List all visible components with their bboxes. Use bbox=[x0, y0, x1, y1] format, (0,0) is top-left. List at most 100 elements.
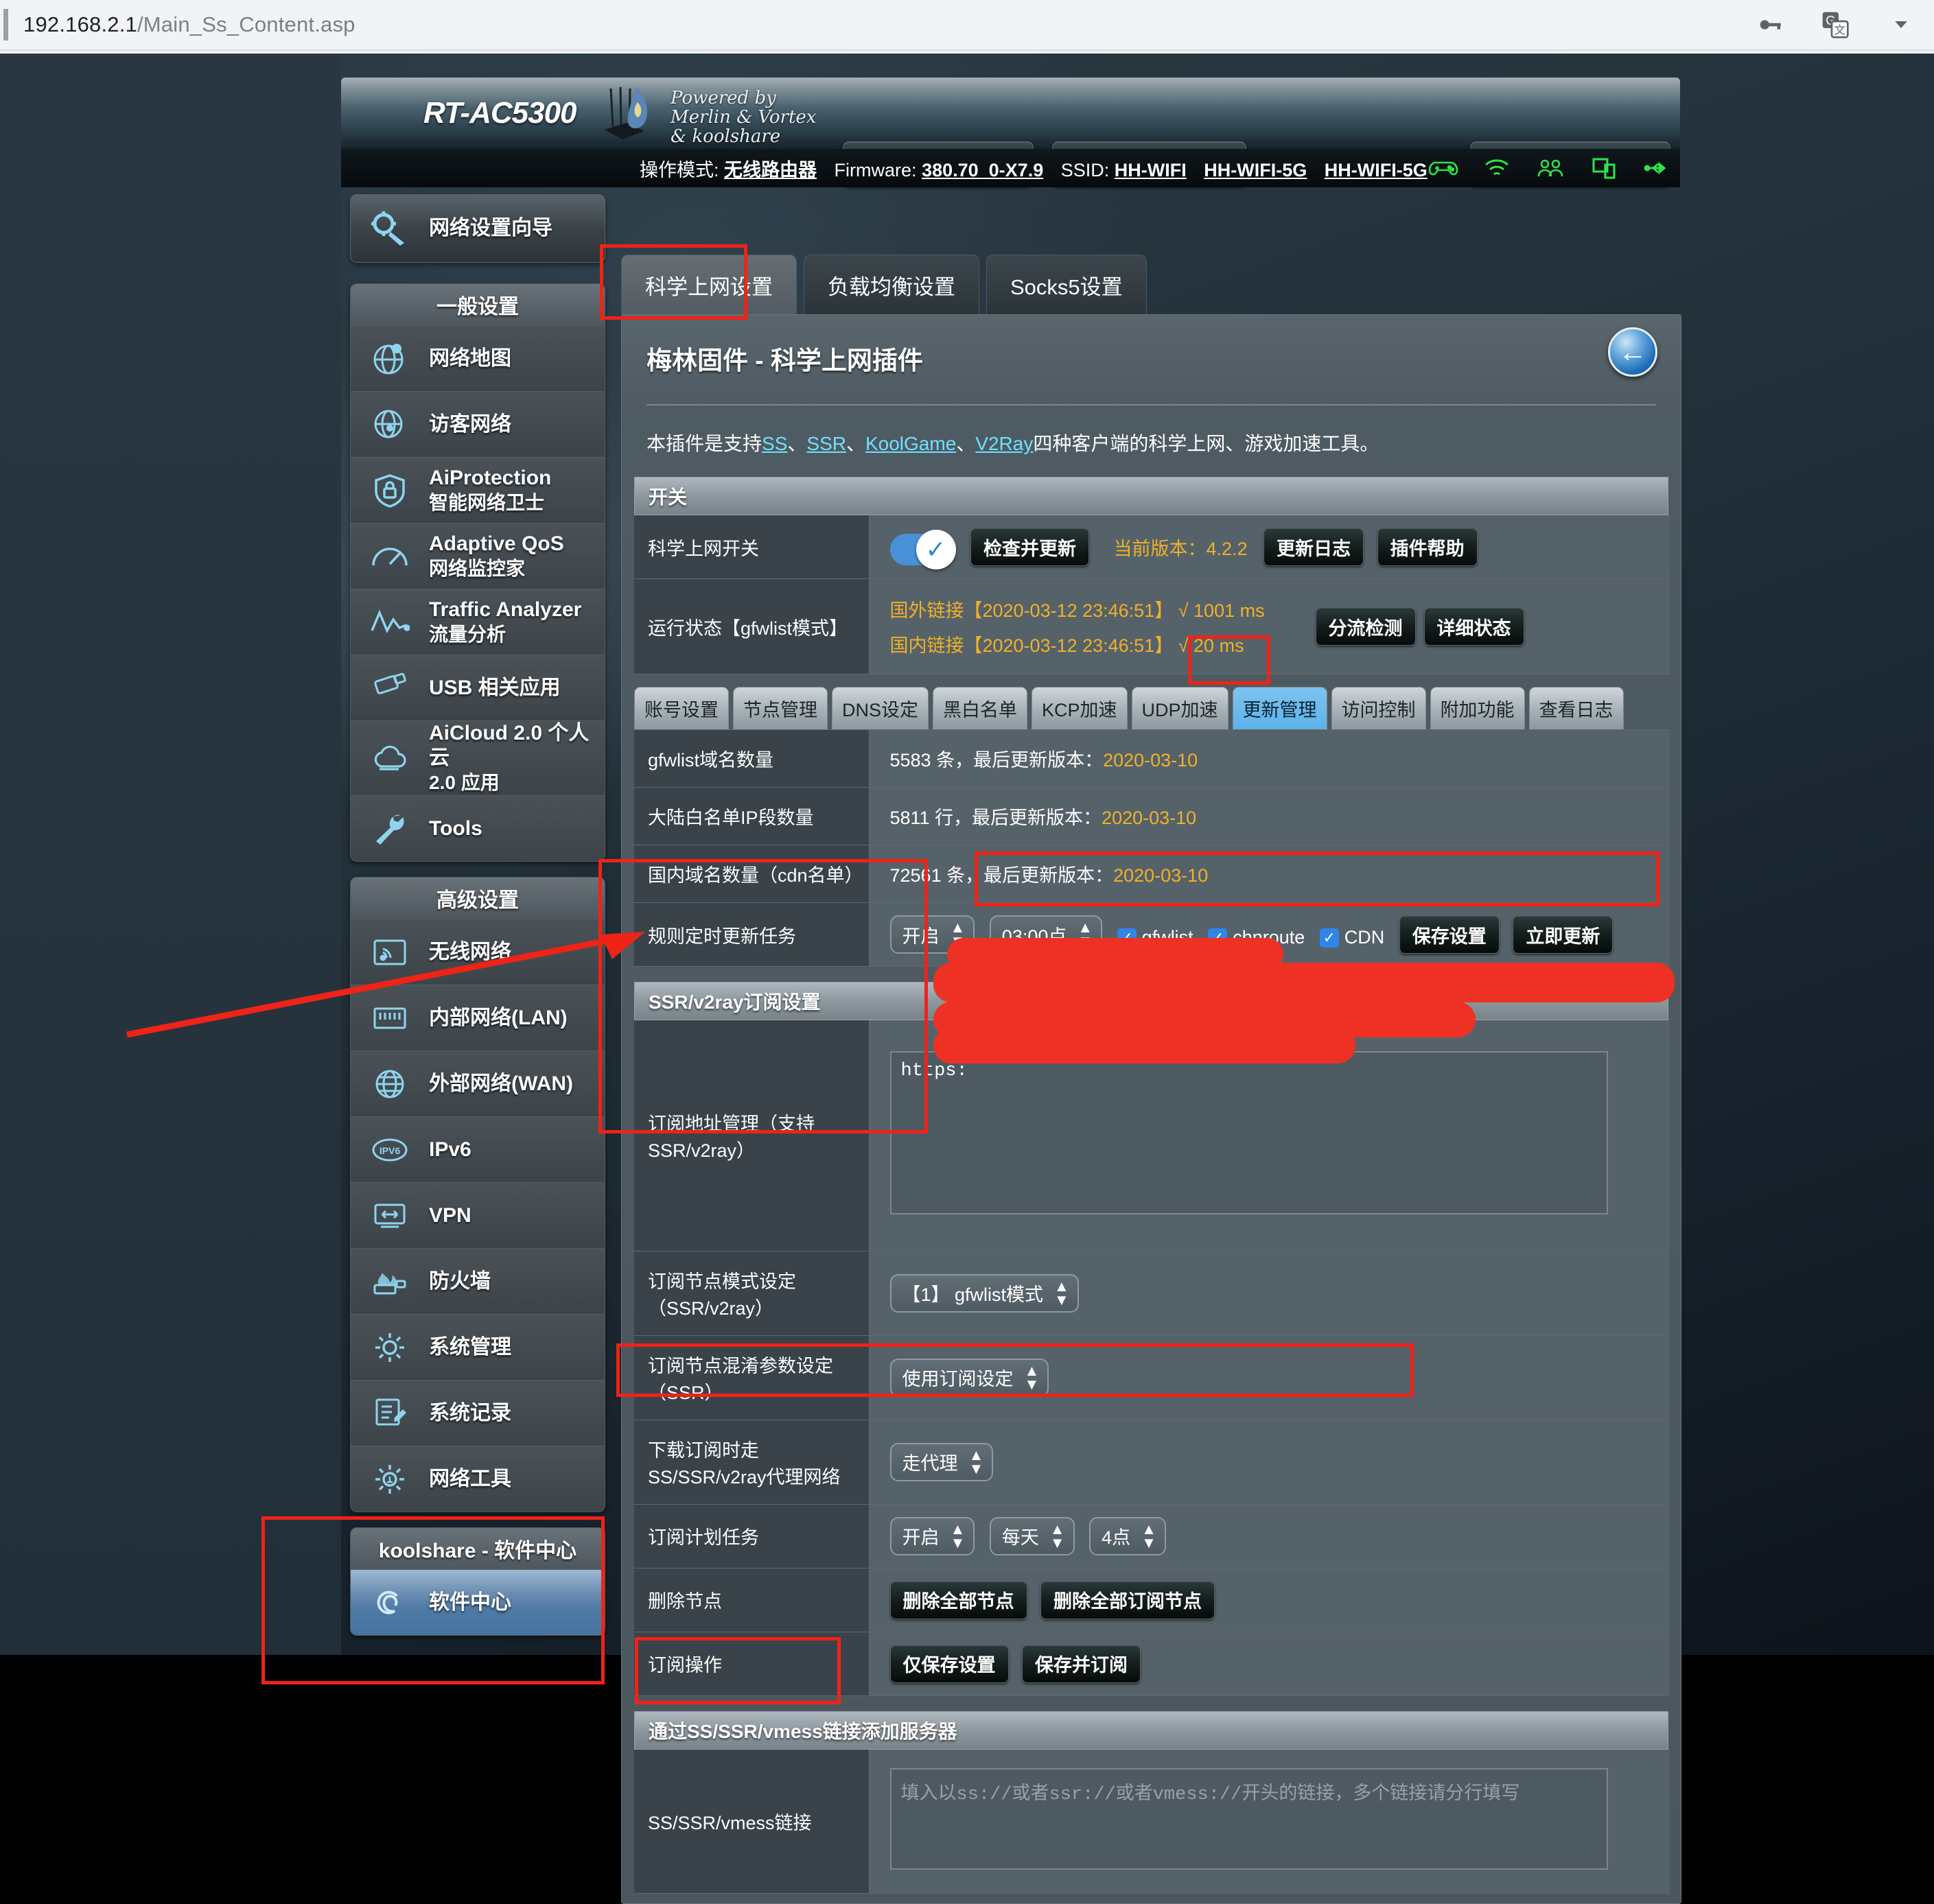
detail-status-button[interactable]: 详细状态 bbox=[1423, 607, 1524, 646]
sidebar-group-advanced-header: 高级设置 bbox=[351, 878, 605, 919]
table-row: 运行状态【gfwlist模式】 国外链接【2020-03-12 23:46:51… bbox=[634, 578, 1670, 674]
ssid-2[interactable]: HH-WIFI-5G bbox=[1204, 160, 1307, 180]
tab-update-management[interactable]: 更新管理 bbox=[1232, 687, 1327, 729]
ss-link-textarea[interactable] bbox=[889, 1767, 1608, 1870]
sidebar-item-tools[interactable]: Tools bbox=[351, 795, 605, 861]
sidebar-label: 内部网络(LAN) bbox=[429, 1006, 568, 1029]
usb-icon[interactable] bbox=[1642, 155, 1673, 181]
ssid-3[interactable]: HH-WIFI-5G bbox=[1325, 160, 1428, 180]
save-only-button[interactable]: 仅保存设置 bbox=[889, 1644, 1009, 1683]
sidebar-item-ipv6[interactable]: IPV6 IPv6 bbox=[351, 1116, 605, 1182]
plan-frequency-select[interactable]: 每天 ▲ ▼ bbox=[989, 1516, 1075, 1555]
tab-udp-accel[interactable]: UDP加速 bbox=[1131, 687, 1228, 729]
schedule-time-select[interactable]: 03:00点 ▲ ▼ bbox=[989, 915, 1103, 954]
op-mode-value[interactable]: 无线路由器 bbox=[724, 160, 817, 180]
subscription-proxy-select[interactable]: 走代理 ▲ ▼ bbox=[889, 1442, 994, 1481]
link-ssr[interactable]: SSR bbox=[806, 433, 846, 454]
sidebar-item-wan[interactable]: 外部网络(WAN) bbox=[351, 1050, 605, 1116]
update-now-button[interactable]: 立即更新 bbox=[1513, 915, 1613, 954]
row-label-switch: 科学上网开关 bbox=[634, 515, 870, 579]
row-label-gfwlist-count: gfwlist域名数量 bbox=[634, 729, 870, 788]
sidebar-label-main: AiProtection bbox=[429, 466, 552, 489]
devices-icon[interactable] bbox=[1588, 155, 1620, 181]
stepper-arrows-icon: ▲ ▼ bbox=[950, 919, 966, 950]
key-icon[interactable] bbox=[1754, 10, 1784, 40]
sidebar-item-aiprotection[interactable]: AiProtection 智能网络卫士 bbox=[351, 457, 605, 523]
sidebar-item-network-tools[interactable]: 网络工具 bbox=[351, 1446, 605, 1512]
subscription-mode-select[interactable]: 【1】 gfwlist模式 ▲ ▼ bbox=[889, 1273, 1079, 1313]
tab-dns-settings[interactable]: DNS设定 bbox=[832, 687, 929, 729]
sidebar-item-wizard[interactable]: 网络设置向导 bbox=[350, 194, 605, 263]
row-value-sub-operation: 仅保存设置 保存并订阅 bbox=[869, 1632, 1670, 1695]
tab-node-management[interactable]: 节点管理 bbox=[733, 687, 828, 729]
tab-socks5[interactable]: Socks5设置 bbox=[986, 255, 1147, 315]
sidebar-item-firewall[interactable]: 防火墙 bbox=[351, 1248, 605, 1314]
gamepad-icon[interactable] bbox=[1428, 155, 1459, 181]
browser-toolbar: 192.168.2.1/Main_Ss_Content.asp G文 bbox=[0, 0, 1934, 49]
plan-hour-value: 4点 bbox=[1102, 1527, 1131, 1548]
sidebar-item-adaptive-qos[interactable]: Adaptive QoS 网络监控家 bbox=[351, 523, 605, 589]
wifi-icon[interactable] bbox=[1481, 155, 1513, 181]
tab-black-white-list[interactable]: 黑白名单 bbox=[933, 687, 1028, 729]
sidebar-item-wireless[interactable]: 无线网络 bbox=[351, 919, 605, 985]
sidebar-item-vpn[interactable]: VPN bbox=[351, 1182, 605, 1248]
address-bar[interactable]: 192.168.2.1/Main_Ss_Content.asp bbox=[23, 12, 356, 37]
row-label-sub-address: 订阅地址管理（支持SSR/v2ray） bbox=[634, 1020, 870, 1251]
link-koolgame[interactable]: KoolGame bbox=[865, 433, 956, 454]
subscription-obfs-select[interactable]: 使用订阅设定 ▲ ▼ bbox=[889, 1358, 1049, 1397]
table-row: gfwlist域名数量 5583 条，最后更新版本：2020-03-10 bbox=[634, 729, 1670, 788]
delete-all-sub-nodes-button[interactable]: 删除全部订阅节点 bbox=[1040, 1580, 1215, 1619]
chevron-down-icon[interactable] bbox=[1886, 10, 1916, 40]
firmware-value[interactable]: 380.70_0-X7.9 bbox=[922, 160, 1043, 180]
plan-enable-select[interactable]: 开启 ▲ ▼ bbox=[889, 1516, 975, 1555]
sidebar-item-system-admin[interactable]: 系统管理 bbox=[351, 1314, 605, 1380]
stepper-arrows-icon: ▲ ▼ bbox=[968, 1446, 984, 1477]
status-bar: 操作模式: 无线路由器 Firmware: 380.70_0-X7.9 SSID… bbox=[341, 149, 1680, 187]
google-translate-icon[interactable]: G文 bbox=[1820, 10, 1850, 40]
network-map-icon bbox=[367, 338, 412, 379]
tab-kcp-accel[interactable]: KCP加速 bbox=[1032, 687, 1128, 729]
sidebar-item-aicloud[interactable]: AiCloud 2.0 个人云 2.0 应用 bbox=[351, 720, 605, 795]
router-logo-icon bbox=[588, 84, 664, 148]
guest-network-icon[interactable] bbox=[1535, 155, 1566, 181]
subscription-mode-value: 【1】 gfwlist模式 bbox=[902, 1284, 1044, 1305]
tab-access-control[interactable]: 访问控制 bbox=[1331, 687, 1426, 729]
sidebar-item-traffic-analyzer[interactable]: Traffic Analyzer 流量分析 bbox=[351, 589, 605, 655]
schedule-enable-value: 开启 bbox=[902, 926, 940, 947]
plan-hour-select[interactable]: 4点 ▲ ▼ bbox=[1089, 1516, 1166, 1555]
save-and-subscribe-button[interactable]: 保存并订阅 bbox=[1022, 1644, 1141, 1683]
schedule-enable-select[interactable]: 开启 ▲ ▼ bbox=[889, 915, 975, 954]
section-header-subscription: SSR/v2ray订阅设置 bbox=[634, 982, 1668, 1020]
tab-view-logs[interactable]: 查看日志 bbox=[1528, 687, 1624, 729]
link-ss[interactable]: SS bbox=[762, 433, 787, 454]
checkbox-chnroute[interactable]: ✓ chnroute bbox=[1208, 927, 1305, 948]
sidebar-item-guest-network[interactable]: 访客网络 bbox=[351, 391, 605, 457]
save-settings-button[interactable]: 保存设置 bbox=[1399, 915, 1500, 954]
sidebar-item-network-map[interactable]: 网络地图 bbox=[351, 325, 605, 391]
plugin-help-button[interactable]: 插件帮助 bbox=[1377, 528, 1478, 566]
tab-kexue-shangwang[interactable]: 科学上网设置 bbox=[621, 255, 797, 315]
sidebar-label: Traffic Analyzer 流量分析 bbox=[429, 598, 581, 647]
sidebar-item-software-center[interactable]: 软件中心 bbox=[351, 1569, 605, 1635]
sidebar-item-system-log[interactable]: 系统记录 bbox=[351, 1380, 605, 1446]
checkbox-cdn[interactable]: ✓ CDN bbox=[1319, 927, 1384, 948]
subscription-address-textarea[interactable] bbox=[889, 1051, 1608, 1215]
syslog-icon bbox=[367, 1393, 412, 1434]
diversion-test-button[interactable]: 分流检测 bbox=[1315, 607, 1416, 646]
link-v2ray[interactable]: V2Ray bbox=[975, 433, 1033, 454]
checkbox-gfwlist[interactable]: ✓ gfwlist bbox=[1117, 927, 1193, 948]
kexue-toggle[interactable]: ✓ bbox=[889, 530, 956, 570]
row-value-schedule: 开启 ▲ ▼ 03:00点 ▲ ▼ ✓ gfwlist ✓ chnroute ✓ CDN 保存… bbox=[869, 902, 1670, 967]
sidebar-item-usb-application[interactable]: USB 相关应用 bbox=[351, 655, 605, 720]
sidebar-item-lan[interactable]: 内部网络(LAN) bbox=[351, 985, 605, 1050]
stepper-arrows-icon: ▲ ▼ bbox=[1141, 1520, 1156, 1551]
tab-load-balance[interactable]: 负载均衡设置 bbox=[804, 255, 979, 315]
tab-account-settings[interactable]: 账号设置 bbox=[634, 687, 729, 729]
back-arrow-icon[interactable]: ← bbox=[1608, 327, 1657, 377]
ssid-1[interactable]: HH-WIFI bbox=[1115, 160, 1187, 180]
delete-all-nodes-button[interactable]: 删除全部节点 bbox=[889, 1580, 1027, 1619]
update-log-button[interactable]: 更新日志 bbox=[1263, 528, 1364, 566]
tab-extra-features[interactable]: 附加功能 bbox=[1430, 687, 1525, 729]
check-update-button[interactable]: 检查并更新 bbox=[970, 528, 1090, 566]
section-header-add-by-link: 通过SS/SSR/vmess链接添加服务器 bbox=[634, 1711, 1668, 1750]
